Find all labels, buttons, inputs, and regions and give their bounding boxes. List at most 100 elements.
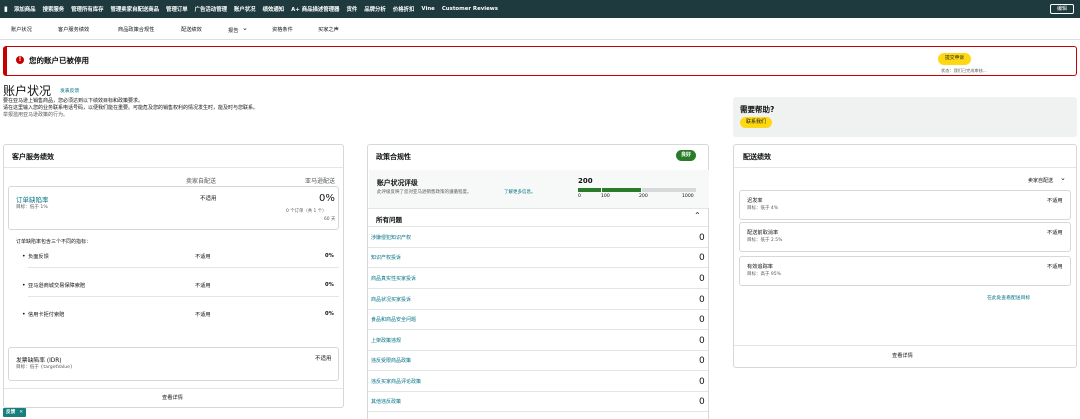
odr-link[interactable]: 订单缺陷率 — [16, 194, 49, 204]
issue-name[interactable]: 知识产权投诉 — [371, 254, 401, 261]
subnav-voice-of-customer[interactable]: 买家之声 — [318, 26, 339, 33]
nav-item-customer-reviews[interactable]: Customer Reviews — [442, 6, 498, 12]
sub-metric-seller-value: 不适用 — [195, 254, 211, 260]
nav-item-brand-analytics[interactable]: 品牌分析 — [364, 5, 386, 13]
chevron-up-icon[interactable]: ⌃ — [694, 211, 701, 220]
all-issues-title: 所有问题 — [376, 216, 402, 224]
sub-metric-amazon-value: 0% — [325, 282, 334, 288]
sub-metric-amazon-value: 0% — [325, 311, 334, 317]
issue-name[interactable]: 其他违反政策 — [371, 398, 401, 405]
edit-button[interactable]: 编辑 — [1049, 4, 1074, 14]
divider — [368, 391, 708, 392]
account-deactivated-alert: ! 您的账户已被停用 提交申诉 状态：我们已完成审核... — [3, 46, 1077, 76]
late-dispatch-target: 目标：低于 4% — [747, 206, 779, 211]
fulfillment-filter-dropdown[interactable]: 卖家自配送 — [1028, 177, 1053, 184]
issue-count: 0 — [699, 377, 705, 387]
nav-item-add-products[interactable]: 添加商品 — [14, 5, 36, 13]
subnav-reports[interactable]: 报告 — [228, 27, 238, 34]
nav-item-account-health[interactable]: 账户状况 — [234, 5, 256, 13]
sub-metric-amazon-value: 0% — [325, 253, 334, 259]
page-title: 账户状况 — [3, 84, 52, 98]
nav-item-manage-fbm[interactable]: 管理卖家自配送商品 — [111, 5, 160, 13]
issue-name[interactable]: 商品状况买家投诉 — [371, 296, 411, 303]
nav-item-manage-inventory[interactable]: 管理所有库存 — [71, 5, 103, 13]
subnav-account-health[interactable]: 账户状况 — [11, 26, 32, 33]
contact-us-button[interactable]: 联系我们 — [740, 117, 773, 128]
ahr-scale-200: 200 — [639, 194, 648, 199]
nav-item-vine[interactable]: Vine — [421, 6, 434, 12]
divider — [28, 267, 339, 268]
divider — [368, 208, 708, 209]
customer-service-card: 客户服务绩效 卖家自配送 亚马逊配送 订单缺陷率 目标：低于 1% 不适用 0%… — [3, 144, 344, 408]
nav-item-shipments[interactable]: 货件 — [346, 5, 357, 13]
submit-appeal-button[interactable]: 提交申诉 — [938, 53, 972, 65]
issue-count: 0 — [699, 295, 705, 305]
chevron-down-icon[interactable]: ⌄ — [242, 24, 248, 32]
late-dispatch-box: 迟发率 目标：低于 4% 不适用 — [739, 190, 1071, 220]
sub-metric-seller-value: 不适用 — [195, 312, 211, 318]
issue-name[interactable]: 涉嫌侵犯知识产权 — [371, 234, 411, 241]
customer-service-details-link[interactable]: 查看详情 — [162, 394, 183, 401]
col-header-amazon-fulfilled: 亚马逊配送 — [305, 178, 336, 185]
issue-name[interactable]: 上架政策违规 — [371, 337, 401, 344]
ahr-learn-more-link[interactable]: 了解更多信息。 — [504, 189, 536, 195]
issue-count: 0 — [699, 274, 705, 284]
description-line-2: 请在这里输入您的业务联系电话号码，以便我们能在重要。可能危及您的销售权利的情况发… — [3, 105, 259, 111]
nav-item-search-services[interactable]: 搜索服务 — [43, 5, 65, 13]
menu-icon[interactable]: ▮ — [4, 5, 14, 13]
issue-name[interactable]: 食品和商品安全问题 — [371, 316, 416, 323]
nav-item-campaign-manager[interactable]: 广告活动管理 — [195, 5, 227, 13]
close-icon[interactable]: ✕ — [19, 410, 23, 415]
divider — [4, 167, 343, 168]
valid-tracking-target: 目标：高于 95% — [747, 272, 781, 277]
issue-name[interactable]: 违反受限商品政策 — [371, 357, 411, 364]
chevron-down-icon[interactable]: ⌄ — [1060, 174, 1066, 182]
subnav-product-policy[interactable]: 商品政策合规性 — [118, 26, 154, 33]
nav-item-manage-orders[interactable]: 管理订单 — [166, 5, 188, 13]
ahr-scale-1000: 1000 — [682, 194, 694, 199]
feedback-link[interactable]: 发表反馈 — [60, 87, 79, 94]
valid-tracking-value: 不适用 — [1047, 264, 1063, 270]
nav-item-discounts[interactable]: 价格折扣 — [393, 5, 415, 13]
feedback-tag[interactable]: 反馈 ✕ — [3, 408, 27, 417]
late-dispatch-name: 迟发率 — [747, 198, 763, 204]
bullet-dot: • — [22, 311, 26, 318]
nav-item-a-plus-manager[interactable]: A+ 商品描述管理器 — [291, 5, 339, 13]
sub-navigation-bar: 账户状况 客户服务绩效 商品政策合规性 配送绩效 报告 ⌄ 资格条件 买家之声 — [0, 18, 1080, 40]
col-header-seller-fulfilled: 卖家自配送 — [186, 178, 217, 185]
shipping-details-link[interactable]: 查看详情 — [892, 352, 913, 359]
issue-count: 0 — [699, 253, 705, 263]
divider — [368, 350, 708, 351]
valid-tracking-box: 有效追踪率 目标：高于 95% 不适用 — [739, 256, 1071, 286]
cancel-rate-value: 不适用 — [1047, 230, 1063, 236]
issue-count: 0 — [699, 397, 705, 407]
odr-seller-value: 不适用 — [200, 196, 217, 202]
idr-target: 目标：低于 {targetValue} — [16, 365, 73, 370]
odr-amazon-value: 0% — [319, 193, 335, 204]
nav-item-performance-notifications[interactable]: 绩效通知 — [263, 5, 285, 13]
divider — [368, 267, 708, 268]
subnav-customer-service[interactable]: 客户服务绩效 — [58, 26, 89, 33]
view-shipping-targets-link[interactable]: 在此处查看配送目标 — [987, 294, 1030, 301]
sub-metric-seller-value: 不适用 — [195, 283, 211, 289]
cancel-rate-name: 配送前取消率 — [747, 230, 779, 236]
report-abuse-text: 举报滥用亚马逊政策的行为。 — [3, 112, 69, 118]
odr-orders-note: 0 个订单（共 1 个） — [286, 209, 327, 214]
customer-service-title: 客户服务绩效 — [12, 153, 54, 161]
divider — [734, 167, 1076, 168]
subnav-eligibility[interactable]: 资格条件 — [272, 26, 293, 33]
odr-days: 60 天 — [324, 217, 336, 222]
issue-name[interactable]: 商品真实性买家投诉 — [371, 275, 416, 282]
divider — [368, 370, 708, 371]
subnav-shipping[interactable]: 配送绩效 — [181, 26, 202, 33]
divider — [368, 288, 708, 289]
ahr-title: 账户状况评级 — [377, 179, 418, 187]
sub-metric-chargeback-claims: 信用卡拒付索赔 — [28, 312, 65, 318]
issue-count: 0 — [699, 336, 705, 346]
ahr-scale-100: 100 — [601, 194, 610, 199]
issue-name[interactable]: 违反买家商品评论政策 — [371, 378, 421, 385]
bullet-dot: • — [22, 282, 26, 289]
divider — [368, 226, 708, 227]
idr-name: 发票缺陷率 (IDR) — [16, 358, 62, 364]
odr-box: 订单缺陷率 目标：低于 1% 不适用 0% 0 个订单（共 1 个） 60 天 — [8, 186, 339, 230]
